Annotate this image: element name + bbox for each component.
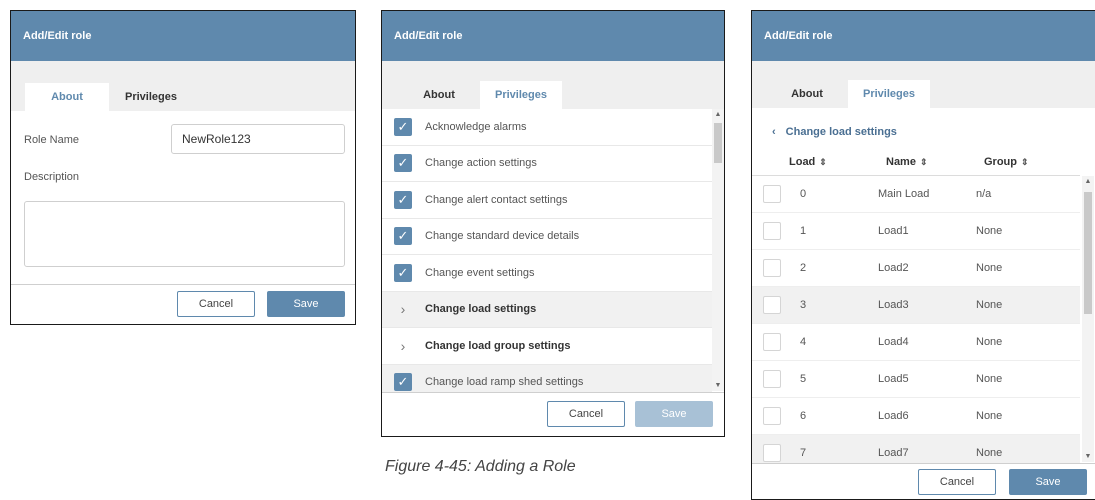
scroll-down-icon[interactable]: ▼: [713, 382, 723, 389]
tab-bar: About Privileges: [382, 61, 724, 109]
dialog-footer: Cancel Save: [11, 284, 355, 324]
role-name-label: Role Name: [24, 134, 80, 146]
description-textarea[interactable]: [24, 201, 345, 267]
cancel-button[interactable]: Cancel: [918, 469, 996, 495]
sort-icon[interactable]: ⇕: [819, 157, 827, 167]
list-item-expandable[interactable]: › Change load settings: [382, 291, 712, 328]
tab-about[interactable]: About: [25, 83, 109, 111]
save-button[interactable]: Save: [1009, 469, 1087, 495]
table-row[interactable]: 3 Load3 None: [752, 287, 1080, 324]
dialog-footer: Cancel Save: [752, 463, 1095, 499]
add-edit-role-dialog-privileges: Add/Edit role About Privileges ✓ Acknowle…: [381, 10, 725, 437]
loads-table-body: 0 Main Load n/a 1 Load1 None 2 Load2 None 3 Loa…: [752, 176, 1080, 469]
checkbox-checked-icon[interactable]: ✓: [394, 190, 412, 209]
tab-privileges[interactable]: Privileges: [480, 81, 562, 109]
row-checkbox[interactable]: [763, 370, 781, 388]
checkbox-checked-icon[interactable]: ✓: [394, 227, 412, 246]
checkbox-checked-icon[interactable]: ✓: [394, 263, 412, 282]
row-checkbox[interactable]: [763, 444, 781, 462]
row-checkbox[interactable]: [763, 333, 781, 351]
table-header: Load ⇕ Name ⇕ Group ⇕: [752, 149, 1080, 176]
list-item[interactable]: ✓ Change action settings: [382, 146, 712, 182]
tab-bar: About Privileges: [11, 61, 355, 111]
list-item-expandable[interactable]: › Change load group settings: [382, 328, 712, 365]
table-row[interactable]: 1 Load1 None: [752, 213, 1080, 250]
column-header-group[interactable]: Group ⇕: [984, 156, 1064, 168]
dialog-footer: Cancel Save: [382, 392, 724, 436]
add-edit-role-dialog-load-settings: Add/Edit role About Privileges ‹ Change …: [751, 10, 1095, 500]
list-item[interactable]: ✓ Change standard device details: [382, 219, 712, 255]
checkbox-checked-icon[interactable]: ✓: [394, 117, 412, 136]
column-header-load[interactable]: Load ⇕: [789, 156, 886, 168]
list-item[interactable]: ✓ Change alert contact settings: [382, 182, 712, 219]
scroll-thumb[interactable]: [1084, 192, 1092, 314]
role-name-input[interactable]: NewRole123: [171, 124, 345, 154]
cancel-button[interactable]: Cancel: [547, 401, 625, 427]
chevron-right-icon[interactable]: ›: [394, 300, 412, 318]
dialog-title: Add/Edit role: [382, 11, 724, 61]
chevron-left-icon: ‹: [772, 126, 776, 138]
description-label: Description: [24, 171, 80, 183]
tab-about[interactable]: About: [398, 81, 480, 109]
row-checkbox[interactable]: [763, 185, 781, 203]
row-checkbox[interactable]: [763, 259, 781, 277]
scroll-thumb[interactable]: [714, 123, 722, 163]
save-button[interactable]: Save: [635, 401, 713, 427]
column-header-name[interactable]: Name ⇕: [886, 156, 984, 168]
row-checkbox[interactable]: [763, 407, 781, 425]
table-row[interactable]: 4 Load4 None: [752, 324, 1080, 361]
table-row[interactable]: 2 Load2 None: [752, 250, 1080, 287]
vertical-scrollbar[interactable]: ▲ ▼: [712, 109, 724, 391]
tab-about[interactable]: About: [766, 80, 848, 108]
row-checkbox[interactable]: [763, 222, 781, 240]
cancel-button[interactable]: Cancel: [177, 291, 255, 317]
sort-icon[interactable]: ⇕: [1021, 157, 1029, 167]
dialog-title: Add/Edit role: [11, 11, 355, 61]
save-button[interactable]: Save: [267, 291, 345, 317]
tab-privileges[interactable]: Privileges: [848, 80, 930, 108]
checkbox-checked-icon[interactable]: ✓: [394, 154, 412, 173]
chevron-right-icon[interactable]: ›: [394, 337, 412, 355]
list-item[interactable]: ✓ Change event settings: [382, 255, 712, 292]
list-item[interactable]: ✓ Acknowledge alarms: [382, 109, 712, 146]
checkbox-checked-icon[interactable]: ✓: [394, 373, 412, 392]
scroll-up-icon[interactable]: ▲: [1083, 178, 1093, 185]
back-link-label: Change load settings: [785, 126, 897, 138]
table-row[interactable]: 0 Main Load n/a: [752, 176, 1080, 213]
sort-icon[interactable]: ⇕: [920, 157, 928, 167]
dialog-title: Add/Edit role: [752, 11, 1095, 61]
scroll-down-icon[interactable]: ▼: [1083, 453, 1093, 460]
table-row[interactable]: 6 Load6 None: [752, 398, 1080, 435]
vertical-scrollbar[interactable]: ▲ ▼: [1082, 176, 1094, 462]
table-row[interactable]: 5 Load5 None: [752, 361, 1080, 398]
figure-caption: Figure 4-45: Adding a Role: [385, 458, 576, 475]
scroll-up-icon[interactable]: ▲: [713, 111, 723, 118]
privileges-list: ✓ Acknowledge alarms ✓ Change action setti…: [382, 109, 712, 409]
row-checkbox[interactable]: [763, 296, 781, 314]
add-edit-role-dialog-about: Add/Edit role About Privileges Role Name…: [10, 10, 356, 325]
tab-bar: About Privileges: [752, 61, 1095, 108]
back-link[interactable]: ‹ Change load settings: [772, 126, 897, 138]
tab-privileges[interactable]: Privileges: [109, 83, 193, 111]
